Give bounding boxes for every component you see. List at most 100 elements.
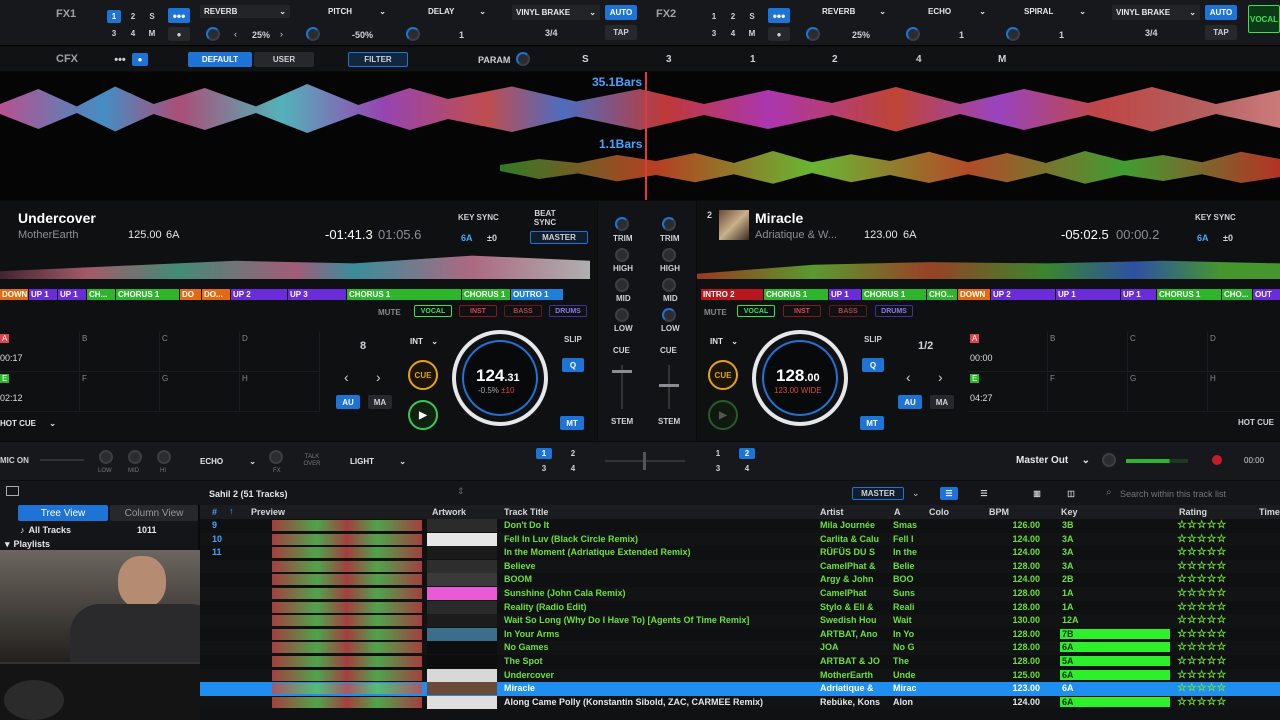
mixer-trim2-knob[interactable] — [662, 217, 676, 231]
deck2-hotcue-e[interactable]: E 04:27 — [968, 372, 1048, 412]
deck2-hotcue-a[interactable]: A 00:00 — [968, 332, 1048, 372]
mixer-fader2-handle[interactable] — [659, 384, 679, 387]
deck1-mt-button[interactable]: MT — [560, 416, 584, 430]
col-artist-header[interactable]: Artist — [820, 507, 844, 517]
deck1-au-button[interactable]: AU — [336, 395, 360, 409]
fx2-deck1-button[interactable]: 1 — [707, 10, 721, 23]
deck2-seg-4[interactable]: CHO... — [927, 289, 957, 300]
col-artwork-header[interactable]: Artwork — [432, 507, 466, 517]
fx2-sampler-button[interactable]: S — [745, 10, 759, 23]
fx1-deck1-button[interactable]: 1 — [107, 10, 121, 23]
table-row[interactable]: 11 In the Moment (Adriatique Extended Rem… — [200, 546, 1280, 560]
mixer-high2-knob[interactable] — [662, 248, 676, 262]
fx1-slot1-knob[interactable] — [206, 27, 220, 41]
col-preview-header[interactable]: Preview — [251, 507, 285, 517]
cfx-4[interactable]: 4 — [916, 54, 922, 65]
table-row[interactable]: In Your Arms ARTBAT, Ano In Yo 128.00 7B ☆☆☆☆… — [200, 627, 1280, 642]
deck1-hotcue-a[interactable]: A 00:17 — [0, 332, 80, 372]
deck2-seg-10[interactable]: CHO... — [1222, 289, 1252, 300]
mixer-stem1-button[interactable]: STEM — [611, 417, 633, 426]
fx1-deck4-button[interactable]: 4 — [126, 27, 140, 40]
track-preview-waveform[interactable] — [272, 683, 422, 695]
fx2-slot1-select[interactable]: REVERB ⌄ — [800, 5, 890, 18]
deck1-master-button[interactable]: MASTER — [530, 231, 588, 244]
table-row[interactable]: Wait So Long (Why Do I Have To) [Agents … — [200, 614, 1280, 628]
deck-select-3[interactable]: 3 — [536, 463, 552, 474]
track-rating-stars[interactable]: ☆☆☆☆☆ — [1177, 572, 1252, 585]
cfx-param-knob[interactable] — [516, 52, 530, 66]
table-row[interactable]: Miracle Adriatique & Mirac 123.00 6A ☆☆☆☆☆ — [200, 682, 1280, 696]
deck2-keysync-label[interactable]: KEY SYNC — [1195, 213, 1236, 222]
deck1-slip-label[interactable]: SLIP — [564, 335, 582, 344]
deck-select-r1[interactable]: 1 — [710, 448, 726, 459]
fx1-more-icon[interactable]: ••• — [168, 8, 190, 23]
master-playlist-button[interactable]: MASTER — [852, 487, 904, 500]
master-level-knob[interactable] — [1102, 453, 1116, 467]
lighting-select[interactable]: LIGHT ⌄ — [350, 455, 406, 467]
deck2-mt-button[interactable]: MT — [860, 416, 884, 430]
sort-icon[interactable]: ⇕ — [457, 486, 465, 497]
cfx-user-tab[interactable]: USER — [254, 52, 314, 67]
fx2-slot3-knob[interactable] — [1006, 27, 1020, 41]
deck1-seg-10[interactable]: CHORUS 1 — [462, 289, 510, 300]
fx1-tap-button[interactable]: TAP — [605, 25, 637, 40]
deck2-stem-drums[interactable]: DRUMS — [875, 305, 913, 317]
deck1-seg-2[interactable]: UP 1 — [58, 289, 86, 300]
track-preview-waveform[interactable] — [272, 642, 422, 654]
tree-view-tab[interactable]: Tree View — [18, 505, 108, 521]
mic-fx-select[interactable]: ECHO ⌄ — [200, 455, 256, 467]
col-color-header[interactable]: Colo — [929, 507, 949, 517]
fx1-vinyl-select[interactable]: VINYL BRAKE ⌄ — [512, 5, 600, 20]
track-preview-waveform[interactable] — [272, 656, 422, 667]
deck2-hotcue-b[interactable]: B — [1048, 332, 1128, 372]
fx2-more-icon[interactable]: ••• — [768, 8, 790, 23]
mixer-fader2-track[interactable] — [668, 365, 670, 409]
track-rating-stars[interactable]: ☆☆☆☆☆ — [1177, 681, 1252, 694]
deck2-seg-1[interactable]: CHORUS 1 — [764, 289, 828, 300]
deck2-hotcue-c[interactable]: C — [1128, 332, 1208, 372]
deck1-keyval[interactable]: 6A — [461, 233, 473, 243]
fx2-slot2-knob[interactable] — [906, 27, 920, 41]
deck2-seg-2[interactable]: UP 1 — [829, 289, 861, 300]
track-rating-stars[interactable]: ☆☆☆☆☆ — [1177, 668, 1252, 681]
deck1-seg-7[interactable]: UP 2 — [231, 289, 287, 300]
fx2-vinyl-select[interactable]: VINYL BRAKE ⌄ — [1112, 5, 1200, 20]
fx2-slot3-select[interactable]: SPIRAL ⌄ — [1000, 5, 1090, 18]
deck2-hotcue-d[interactable]: D — [1208, 332, 1280, 372]
deck1-beatsync-label[interactable]: BEAT SYNC — [532, 209, 558, 227]
fx2-master-button[interactable]: M — [745, 27, 759, 40]
col-a-header[interactable]: A — [894, 507, 901, 517]
deck2-quantize-button[interactable]: Q — [862, 358, 884, 372]
deck-select-r4[interactable]: 4 — [739, 463, 755, 474]
fx2-on-button[interactable]: ● — [768, 27, 790, 41]
track-rating-stars[interactable]: ☆☆☆☆☆ — [1177, 545, 1252, 558]
deck1-hotcue-h[interactable]: H — [240, 372, 320, 412]
fx1-slot3-knob[interactable] — [406, 27, 420, 41]
fx2-deck3-button[interactable]: 3 — [707, 27, 721, 40]
track-preview-waveform[interactable] — [272, 669, 422, 681]
track-rating-stars[interactable]: ☆☆☆☆☆ — [1177, 627, 1252, 640]
deck2-ma-button[interactable]: MA — [930, 395, 954, 409]
deck1-seg-0[interactable]: DOWN — [0, 289, 28, 300]
chevron-down-icon[interactable]: ⌄ — [912, 488, 920, 499]
track-preview-waveform[interactable] — [272, 588, 422, 599]
grid-view-icon[interactable]: ◫ — [1062, 487, 1080, 500]
fx1-slot1-left-icon[interactable]: ‹ — [234, 29, 237, 39]
table-row[interactable]: The Spot ARTBAT & JO The 128.00 5A ☆☆☆☆☆ — [200, 655, 1280, 669]
mixer-low2-knob[interactable] — [662, 308, 676, 322]
track-rating-stars[interactable]: ☆☆☆☆☆ — [1177, 695, 1252, 708]
mixer-trim1-knob[interactable] — [615, 217, 629, 231]
track-preview-waveform[interactable] — [272, 547, 422, 559]
fx2-deck4-button[interactable]: 4 — [726, 27, 740, 40]
search-input[interactable] — [1120, 486, 1278, 501]
deck-select-r2[interactable]: 2 — [739, 448, 755, 459]
deck1-seg-4[interactable]: CHORUS 1 — [116, 289, 179, 300]
table-row[interactable]: Along Came Polly (Konstantin Sibold, ZAC… — [200, 695, 1280, 710]
track-rating-stars[interactable]: ☆☆☆☆☆ — [1177, 654, 1252, 667]
deck1-seg-9[interactable]: CHORUS 1 — [347, 289, 461, 300]
fx1-slot2-knob[interactable] — [306, 27, 320, 41]
fx1-auto-button[interactable]: AUTO — [605, 5, 637, 20]
deck1-hotcue-e[interactable]: E 02:12 — [0, 372, 80, 412]
deck2-seg-9[interactable]: CHORUS 1 — [1157, 289, 1221, 300]
cfx-m[interactable]: M — [998, 54, 1006, 65]
